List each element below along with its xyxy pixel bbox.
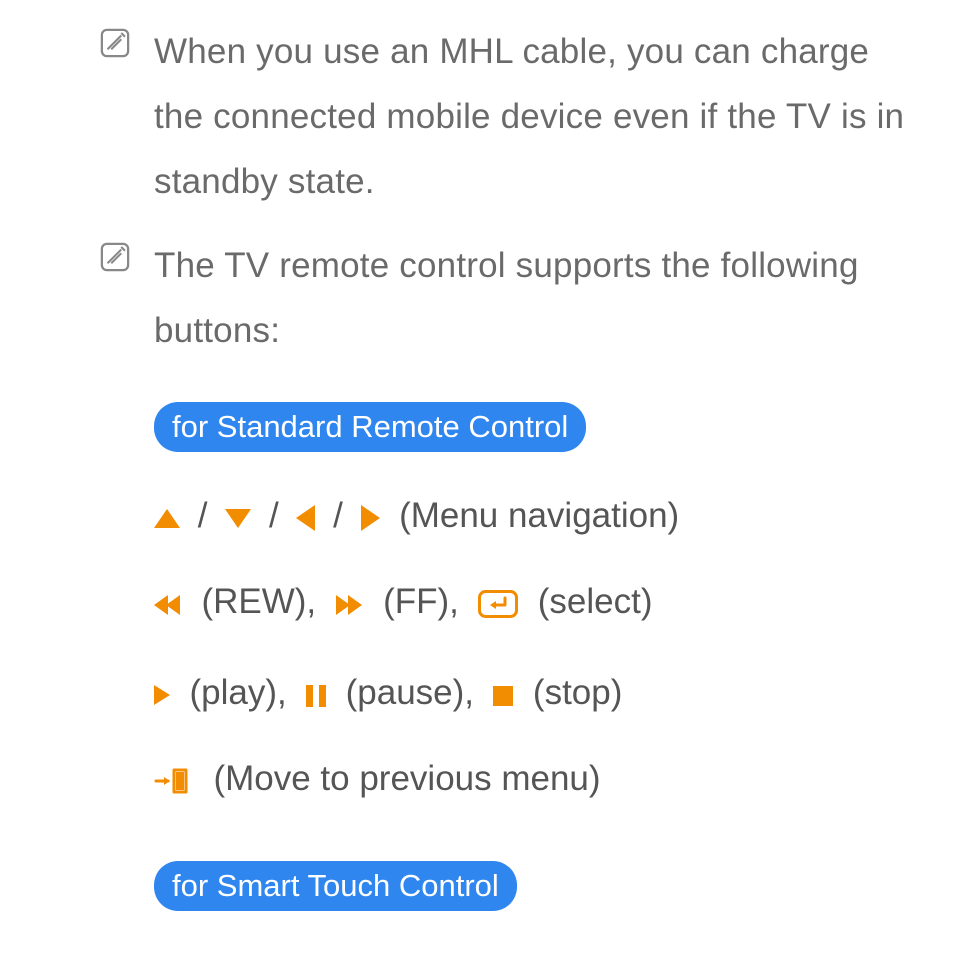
separator: / xyxy=(269,496,279,535)
transport-line-1: (REW), (FF), (select) xyxy=(154,574,914,635)
note-icon xyxy=(100,28,130,58)
note-item: When you use an MHL cable, you can charg… xyxy=(100,20,914,214)
return-line: (Move to previous menu) xyxy=(154,751,914,813)
stop-icon xyxy=(493,686,513,706)
note-text: When you use an MHL cable, you can charg… xyxy=(154,20,914,214)
note-item: The TV remote control supports the follo… xyxy=(100,234,914,364)
prev-menu-label: (Move to previous menu) xyxy=(213,759,600,798)
fast-forward-icon xyxy=(336,595,364,615)
badge-standard-remote: for Standard Remote Control xyxy=(154,402,586,452)
document-content: When you use an MHL cable, you can charg… xyxy=(0,0,954,925)
badge-smart-touch: for Smart Touch Control xyxy=(154,861,517,911)
note-icon xyxy=(100,242,130,272)
pause-icon xyxy=(306,685,326,707)
separator: / xyxy=(333,496,343,535)
enter-select-icon xyxy=(478,579,518,635)
arrow-down-icon xyxy=(225,509,251,528)
arrow-up-icon xyxy=(154,509,180,528)
note-text: The TV remote control supports the follo… xyxy=(154,234,914,364)
arrow-right-icon xyxy=(361,505,380,531)
play-icon xyxy=(154,685,170,705)
separator: / xyxy=(198,496,208,535)
remote-buttons-section: for Standard Remote Control / / / (Menu … xyxy=(154,384,914,925)
nav-buttons-line: / / / (Menu navigation) xyxy=(154,488,914,544)
rewind-icon xyxy=(154,595,182,615)
transport-line-2: (play), (pause), (stop) xyxy=(154,665,914,721)
stop-label: (stop) xyxy=(533,673,622,712)
return-icon xyxy=(154,757,194,813)
play-label: (play), xyxy=(189,673,286,712)
ff-label: (FF), xyxy=(383,582,459,621)
rew-label: (REW), xyxy=(201,582,316,621)
select-label: (select) xyxy=(538,582,653,621)
pause-label: (pause), xyxy=(346,673,474,712)
menu-nav-label: (Menu navigation) xyxy=(399,496,679,535)
arrow-left-icon xyxy=(296,505,315,531)
